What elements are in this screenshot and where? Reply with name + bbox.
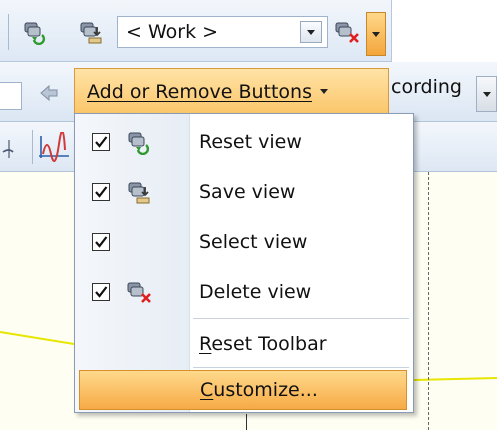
checkbox-checked-icon[interactable] (92, 233, 110, 251)
view-combo[interactable]: < Work > (117, 16, 328, 48)
checkbox-checked-icon[interactable] (92, 283, 110, 301)
reset-view-icon (125, 128, 153, 156)
menu-item-label: Reset view (199, 131, 302, 153)
menu-item-select-view[interactable]: Select view (75, 217, 413, 267)
add-remove-buttons-label: Add or Remove Buttons (87, 80, 312, 103)
view-combo-value: < Work > (126, 21, 219, 43)
save-view-icon (125, 178, 153, 206)
cursor-line (428, 172, 429, 430)
toolbar-row-top: < Work > (0, 0, 497, 62)
toolbar-separator (32, 130, 33, 164)
label-rest: eset Toolbar (211, 333, 327, 355)
toolbar-separator (8, 14, 9, 50)
recording-dropdown-button[interactable] (476, 76, 497, 112)
toolbar-overflow-button[interactable] (366, 12, 386, 56)
marker-line (246, 414, 247, 430)
save-view-icon[interactable] (76, 17, 106, 47)
menu-item-label: Save view (199, 181, 296, 203)
menu-item-reset-view[interactable]: Reset view (75, 117, 413, 167)
menu-item-delete-view[interactable]: Delete view (75, 267, 413, 317)
checkbox-checked-icon[interactable] (92, 133, 110, 151)
menu-item-customize[interactable]: Customize... (79, 370, 407, 410)
mnemonic-letter: C (200, 379, 214, 401)
customize-label: Customize... (200, 379, 318, 401)
partial-tool-icon[interactable] (0, 130, 30, 164)
mnemonic-letter: R (199, 333, 212, 355)
chevron-down-icon (372, 31, 380, 37)
chevron-down-icon (482, 91, 491, 97)
add-remove-buttons-dropdown[interactable]: Add or Remove Buttons (74, 68, 389, 114)
add-remove-buttons-menu: Reset view Save view Select view Delete … (74, 113, 414, 413)
reset-view-icon[interactable] (20, 17, 50, 47)
delete-view-icon (125, 278, 153, 306)
back-arrow-icon[interactable] (36, 80, 62, 106)
label-rest: ustomize... (213, 379, 318, 401)
delete-view-icon[interactable] (332, 17, 362, 47)
waveform-tool-icon[interactable] (36, 130, 72, 164)
menu-item-label: Delete view (199, 281, 312, 303)
recording-button-label[interactable]: cording (391, 76, 462, 98)
chevron-down-icon (320, 89, 328, 94)
menu-item-reset-toolbar[interactable]: Reset Toolbar (75, 319, 413, 369)
menu-separator (193, 367, 409, 368)
reset-toolbar-label: Reset Toolbar (199, 333, 327, 355)
partial-combo[interactable] (0, 82, 22, 110)
menu-item-label: Select view (199, 231, 308, 253)
checkbox-checked-icon[interactable] (92, 183, 110, 201)
menu-item-save-view[interactable]: Save view (75, 167, 413, 217)
combo-dropdown-button[interactable] (300, 21, 322, 43)
chevron-down-icon (307, 29, 315, 35)
